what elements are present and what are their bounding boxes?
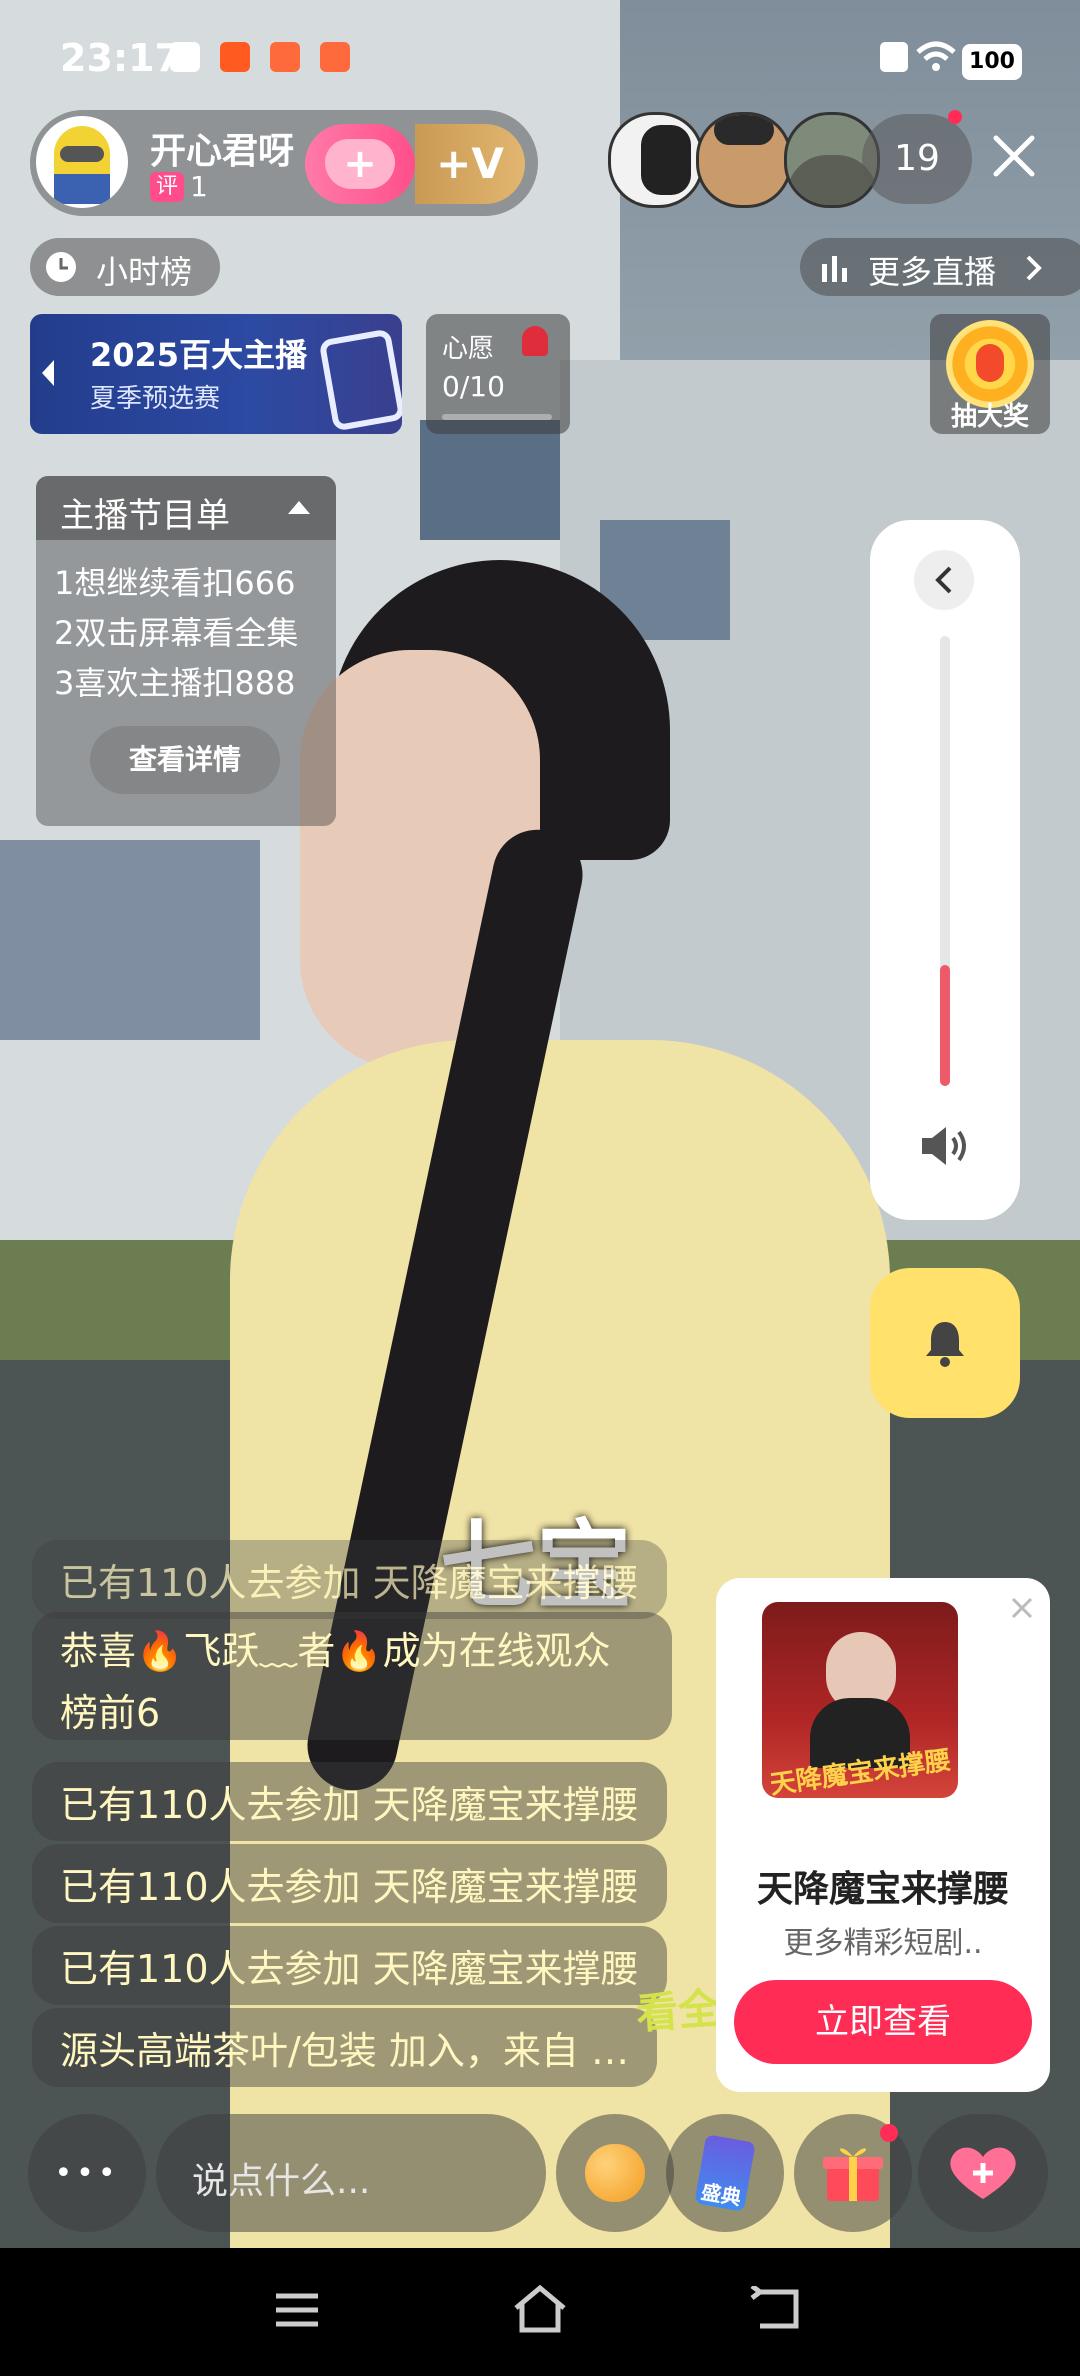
program-items: 1想继续看扣666 2双击屏幕看全集 3喜欢主播扣888 (54, 558, 298, 708)
volume-slider[interactable] (940, 636, 950, 1086)
chevron-left-icon (935, 566, 952, 594)
viewer-avatar[interactable] (696, 112, 792, 208)
app-notification-icon (320, 42, 350, 72)
status-app-icons (170, 42, 350, 72)
sim-icon (880, 42, 908, 72)
back-icon[interactable] (750, 2286, 806, 2334)
banner-title: 2025百大主播 (90, 336, 308, 374)
notification-dot (948, 110, 962, 124)
promo-subtitle: 更多精彩短剧.. (783, 1926, 983, 1961)
gift-shortcut-button[interactable] (556, 2114, 674, 2232)
promo-poster-image[interactable]: 天降魔宝来撑腰 (762, 1602, 958, 1798)
wish-label: 心愿 (442, 334, 495, 364)
gift-icon (823, 2148, 883, 2201)
more-options-button[interactable]: ••• (28, 2114, 146, 2232)
bell-icon (926, 1322, 964, 1367)
close-icon[interactable] (1010, 1596, 1034, 1620)
app-notification-icon (220, 42, 250, 72)
chat-text: 恭喜🔥飞跃﹏者🔥成为在线观众 (60, 1629, 611, 1673)
lottery-wheel-icon (946, 320, 1034, 408)
viewer-count[interactable]: 19 (862, 114, 972, 204)
rose-icon (522, 326, 548, 356)
battery-indicator: 100 (962, 44, 1022, 80)
more-live-label: 更多直播 (868, 253, 997, 291)
streamer-name: 开心君呀 (150, 131, 295, 172)
ceremony-badge-text: 盛典 (699, 2179, 743, 2210)
level-badge: 评 (150, 172, 184, 202)
system-navigation-bar (0, 2248, 1080, 2376)
program-item: 2双击屏幕看全集 (54, 614, 299, 652)
chat-text: 榜前6 (60, 1691, 161, 1735)
banner-subtitle: 夏季预选赛 (90, 384, 221, 414)
follow-button[interactable]: + (305, 124, 415, 204)
level-number: 1 (190, 170, 208, 203)
viewer-avatar[interactable] (608, 112, 704, 208)
streamer-info[interactable]: 开心君呀 评 1 + +V (30, 110, 538, 216)
wish-progress: 0/10 (442, 370, 505, 403)
like-button[interactable] (918, 2114, 1048, 2232)
chat-message: 源头高端茶叶/包装 加入，来自 … (32, 2008, 657, 2087)
wish-widget[interactable]: 心愿 0/10 (426, 314, 570, 434)
heart-plus-icon (950, 2147, 1016, 2199)
program-item: 3喜欢主播扣888 (54, 664, 296, 702)
event-logo-icon (318, 328, 402, 432)
gift-notification-dot (880, 2124, 898, 2142)
hour-rank-label: 小时榜 (96, 253, 193, 291)
bar-chart-icon (822, 256, 847, 282)
streamer-avatar[interactable] (36, 116, 128, 208)
program-details-button[interactable]: 查看详情 (90, 726, 280, 794)
lottery-button[interactable]: 抽大奖 (930, 314, 1050, 434)
promo-card[interactable]: 天降魔宝来撑腰 天降魔宝来撑腰 更多精彩短剧.. 立即查看 (716, 1578, 1050, 2092)
program-title: 主播节目单 (60, 496, 230, 536)
subscribe-bell-button[interactable] (870, 1268, 1020, 1418)
lottery-label: 抽大奖 (950, 402, 1029, 432)
wifi-icon (916, 41, 956, 71)
volume-panel (870, 520, 1020, 1220)
home-icon[interactable] (510, 2284, 570, 2334)
program-list: 主播节目单 1想继续看扣666 2双击屏幕看全集 3喜欢主播扣888 查看详情 (36, 476, 336, 826)
chat-message: 已有110人去参加 天降魔宝来撑腰 (32, 1844, 667, 1923)
menu-icon[interactable] (272, 2290, 322, 2330)
fan-club-button[interactable]: +V (415, 124, 525, 204)
speaker-icon[interactable] (918, 1124, 972, 1168)
program-item: 1想继续看扣666 (54, 564, 296, 602)
collapse-arrow-icon (288, 501, 310, 514)
chat-message: 已有110人去参加 天降魔宝来撑腰 (32, 1926, 667, 2005)
wish-progress-bar (442, 414, 552, 420)
close-icon[interactable] (990, 132, 1038, 180)
comment-input[interactable]: 说点什么... (156, 2114, 546, 2232)
more-live-button[interactable]: 更多直播 (800, 238, 1080, 296)
collapse-volume-button[interactable] (914, 550, 974, 610)
program-header[interactable]: 主播节目单 (36, 476, 336, 540)
clock-icon (46, 252, 76, 282)
ceremony-button[interactable]: 盛典 (666, 2114, 784, 2232)
chat-message: 已有110人去参加 天降魔宝来撑腰 (32, 1540, 667, 1619)
comment-placeholder: 说点什么... (192, 2161, 371, 2202)
chevron-left-icon (42, 360, 54, 386)
chat-message: 恭喜🔥飞跃﹏者🔥成为在线观众 榜前6 (32, 1612, 672, 1740)
ceremony-card-icon: 盛典 (694, 2134, 756, 2212)
status-time: 23:17 (60, 36, 181, 80)
app-notification-icon (270, 42, 300, 72)
promo-view-button[interactable]: 立即查看 (734, 1980, 1032, 2064)
chevron-right-icon (1026, 255, 1042, 281)
notification-icon (170, 42, 200, 72)
promo-title: 天降魔宝来撑腰 (756, 1869, 1009, 1910)
follow-heart-icon: + (325, 139, 395, 189)
chat-message: 已有110人去参加 天降魔宝来撑腰 (32, 1762, 667, 1841)
event-banner[interactable]: 2025百大主播 夏季预选赛 (30, 314, 402, 434)
hour-rank-button[interactable]: 小时榜 (30, 238, 220, 296)
gold-ingot-icon (585, 2144, 645, 2202)
